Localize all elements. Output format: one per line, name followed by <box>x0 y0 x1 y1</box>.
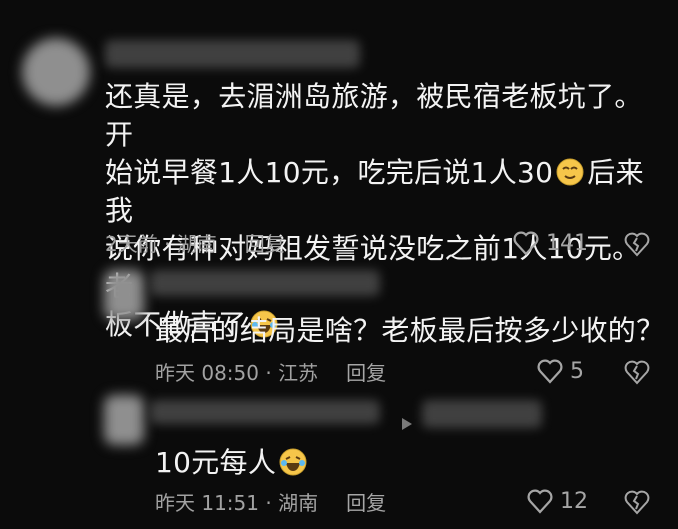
heart-outline-icon <box>512 230 540 256</box>
reply-text: 10元每人 <box>155 444 310 482</box>
username-redacted[interactable] <box>105 40 360 68</box>
reply-button[interactable]: 回复 <box>346 491 386 515</box>
avatar[interactable] <box>22 38 90 106</box>
like-button[interactable]: 5 <box>536 358 584 384</box>
avatar[interactable] <box>104 270 144 320</box>
reply-button[interactable]: 回复 <box>245 232 285 256</box>
heart-outline-icon <box>526 488 554 514</box>
like-count: 5 <box>570 358 584 384</box>
username-redacted[interactable] <box>422 400 542 428</box>
reply-button[interactable]: 回复 <box>346 361 386 385</box>
comment-meta: 昨天 11:51 · 湖南 回复 <box>155 491 387 515</box>
avatar[interactable] <box>104 395 144 445</box>
comment-text: 还真是，去湄洲岛旅游，被民宿老板坑了。开 始说早餐1人10元，吃完后说1人30 后… <box>105 80 644 341</box>
smirk-emoji-icon <box>555 157 585 187</box>
laugh-cry-emoji-icon <box>278 447 308 477</box>
dislike-button[interactable] <box>624 360 650 386</box>
comment-meta: 昨天 08:50 · 江苏 回复 <box>155 361 387 385</box>
like-button[interactable]: 141 <box>512 230 588 256</box>
dislike-button[interactable] <box>624 232 650 258</box>
like-button[interactable]: 12 <box>526 488 588 514</box>
heart-outline-icon <box>536 358 564 384</box>
username-redacted[interactable] <box>150 270 380 296</box>
like-count: 141 <box>546 230 588 256</box>
username-redacted[interactable] <box>150 400 380 424</box>
dislike-button[interactable] <box>624 490 650 516</box>
reply-text: 最后的结局是啥？老板最后按多少收的？ <box>155 314 665 347</box>
like-count: 12 <box>560 488 588 514</box>
comment-meta: 2天前 · 湖南 回复 <box>105 232 285 256</box>
play-arrow-icon <box>400 416 414 432</box>
